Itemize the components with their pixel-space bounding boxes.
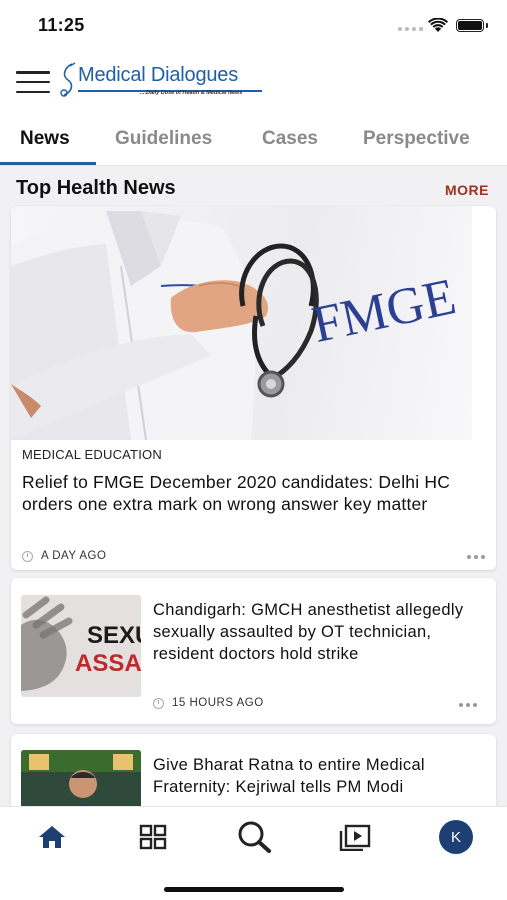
featured-article-title[interactable]: Relief to FMGE December 2020 candidates:… — [22, 471, 484, 515]
battery-tip — [486, 23, 488, 28]
tab-cases[interactable]: Cases — [262, 128, 318, 150]
video-icon — [339, 824, 371, 851]
featured-article-card[interactable]: FMGE MEDICAL EDUCATION Relief to FMGE De… — [11, 206, 496, 570]
status-bar: 11:25 — [0, 0, 507, 52]
app-header: Medical Dialogues ....Daily Dose of Heal… — [0, 52, 507, 114]
article-time: A DAY AGO — [41, 550, 107, 562]
logo-title: Medical Dialogues — [78, 64, 239, 86]
article-thumbnail — [21, 750, 141, 806]
nav-categories[interactable] — [135, 821, 171, 853]
more-options-icon[interactable] — [459, 703, 477, 707]
article-meta: A DAY AGO — [22, 550, 106, 562]
nav-profile[interactable]: K — [437, 818, 475, 856]
battery-icon — [456, 19, 484, 32]
fmge-image-text: FMGE — [308, 268, 461, 354]
home-indicator[interactable] — [164, 887, 344, 892]
status-time: 11:25 — [38, 15, 85, 35]
article-title[interactable]: Chandigarh: GMCH anesthetist allegedly s… — [153, 599, 483, 665]
medical-dialogues-logo[interactable]: Medical Dialogues ....Daily Dose of Heal… — [58, 62, 268, 102]
more-link[interactable]: MORE — [445, 182, 489, 198]
tab-guidelines[interactable]: Guidelines — [115, 128, 212, 150]
article-title[interactable]: Give Bharat Ratna to entire Medical Frat… — [153, 754, 483, 798]
tab-perspective[interactable]: Perspective — [363, 128, 470, 150]
thumbnail-text-1: SEXU — [87, 622, 141, 649]
nav-videos[interactable] — [337, 821, 373, 853]
user-avatar: K — [439, 820, 473, 854]
clock-icon — [22, 550, 33, 562]
article-time: 15 HOURS AGO — [172, 697, 264, 709]
clock-icon — [153, 697, 164, 709]
article-card[interactable]: SEXU ASSAU Chandigarh: GMCH anesthetist … — [11, 578, 496, 724]
logo-tagline: ....Daily Dose of Health & Medical News — [140, 90, 243, 96]
grid-icon — [139, 824, 167, 850]
news-feed[interactable]: Top Health News MORE FMGE MEDICAL EDUCAT… — [0, 166, 507, 806]
article-meta: 15 HOURS AGO — [153, 697, 264, 709]
bottom-navigation: K — [0, 806, 507, 900]
tab-news[interactable]: News — [20, 128, 70, 150]
section-tabs: News Guidelines Cases Perspective — [0, 114, 507, 166]
wifi-icon — [428, 18, 448, 32]
article-card[interactable]: Give Bharat Ratna to entire Medical Frat… — [11, 734, 496, 806]
assault-thumbnail-image: SEXU ASSAU — [21, 595, 141, 697]
search-icon — [238, 821, 271, 853]
nav-search[interactable] — [236, 821, 272, 853]
article-category: MEDICAL EDUCATION — [22, 447, 162, 462]
kejriwal-thumbnail-image — [21, 750, 141, 806]
section-header: Top Health News MORE — [0, 166, 507, 208]
nav-home[interactable] — [34, 821, 70, 853]
featured-article-image: FMGE — [11, 206, 472, 440]
cellular-signal-icon — [398, 27, 423, 31]
article-thumbnail: SEXU ASSAU — [21, 595, 141, 697]
doctor-with-stethoscope-illustration: FMGE — [11, 211, 461, 440]
section-title: Top Health News — [16, 177, 176, 199]
hamburger-menu-icon[interactable] — [16, 71, 50, 93]
more-options-icon[interactable] — [467, 555, 485, 559]
thumbnail-text-2: ASSAU — [75, 650, 141, 677]
stethoscope-logo-icon — [60, 62, 76, 97]
home-icon — [39, 826, 65, 848]
active-tab-indicator — [0, 162, 96, 165]
